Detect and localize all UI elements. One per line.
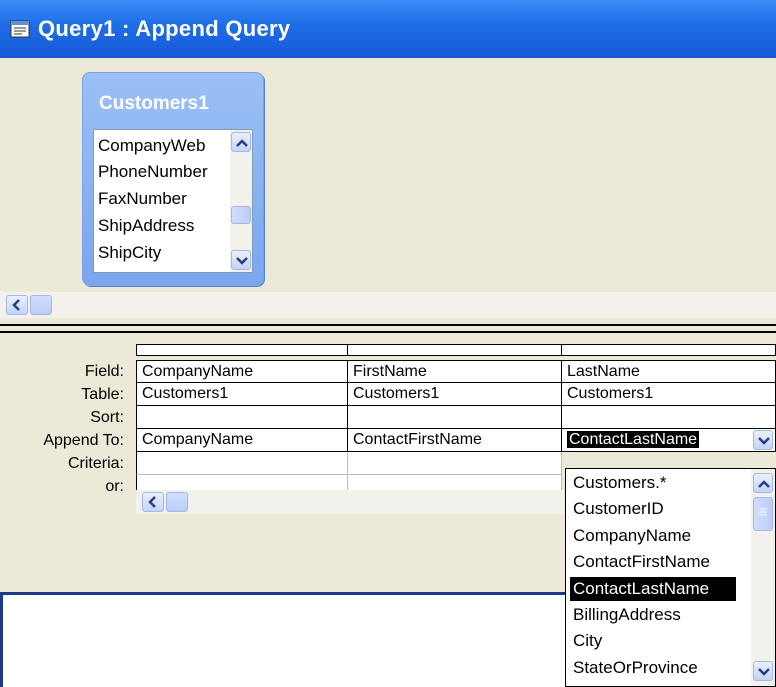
sort-cell[interactable] — [136, 406, 348, 429]
criteria-cell[interactable] — [348, 452, 562, 475]
scroll-up-button[interactable] — [231, 132, 251, 152]
dropdown-option-selected[interactable]: ContactLastName — [570, 577, 736, 601]
row-label-sort: Sort: — [90, 409, 124, 426]
dropdown-scrollbar[interactable] — [751, 469, 775, 686]
chevron-down-icon — [758, 437, 770, 445]
column-selector[interactable] — [348, 344, 562, 356]
grip-icon — [759, 508, 767, 516]
scroll-left-button[interactable] — [6, 295, 28, 315]
column-selector[interactable] — [562, 344, 776, 356]
table-cell[interactable]: Customers1 — [348, 383, 562, 406]
window-title: Query1 : Append Query — [38, 16, 291, 41]
field-list-item[interactable]: CompanyWeb — [98, 136, 222, 156]
dropdown-option[interactable]: ContactFirstName — [570, 550, 713, 574]
scroll-thumb[interactable] — [753, 497, 773, 531]
row-label-field: Field: — [84, 363, 124, 380]
field-cell[interactable]: CompanyName — [136, 360, 348, 383]
table-cell[interactable]: Customers1 — [562, 383, 776, 406]
sort-cell[interactable] — [348, 406, 562, 429]
row-label-table: Table: — [81, 386, 124, 403]
table-title: Customers1 — [99, 93, 209, 114]
chevron-down-icon — [236, 257, 248, 265]
dropdown-option[interactable]: BillingAddress — [570, 603, 684, 627]
append-to-combo[interactable]: ContactLastName — [562, 429, 776, 452]
splitter-line — [0, 331, 776, 333]
dropdown-option[interactable]: Customers.* — [570, 471, 670, 495]
field-cell[interactable]: FirstName — [348, 360, 562, 383]
divider — [0, 592, 3, 687]
table-pane-scrollbar[interactable] — [0, 292, 776, 318]
field-cell[interactable]: LastName — [562, 360, 776, 383]
append-to-cell[interactable]: ContactFirstName — [348, 429, 562, 452]
dropdown-option[interactable]: City — [570, 629, 605, 653]
title-bar[interactable]: Query1 : Append Query — [0, 0, 776, 58]
field-list[interactable]: CompanyWeb PhoneNumber FaxNumber ShipAdd… — [93, 129, 253, 273]
dropdown-option[interactable]: StateOrProvince — [570, 656, 701, 680]
criteria-cell[interactable] — [136, 452, 348, 475]
chevron-left-icon — [148, 496, 156, 508]
append-to-selected-value: ContactLastName — [567, 431, 700, 448]
chevron-down-icon — [758, 668, 770, 676]
grid-scrollbar[interactable] — [136, 490, 564, 514]
scroll-left-button[interactable] — [142, 492, 164, 512]
append-to-dropdown-list[interactable]: Customers.* CustomerID CompanyName Conta… — [565, 468, 776, 687]
scroll-thumb[interactable] — [231, 206, 251, 224]
scroll-down-button[interactable] — [231, 250, 251, 270]
query-icon — [10, 20, 30, 38]
field-list-item[interactable]: PhoneNumber — [98, 162, 222, 182]
table-field-list-window[interactable]: Customers1 CompanyWeb PhoneNumber FaxNum… — [82, 72, 264, 286]
scroll-thumb[interactable] — [30, 295, 52, 315]
splitter-line — [0, 324, 776, 326]
pane-splitter[interactable] — [0, 322, 776, 338]
dropdown-option[interactable]: CustomerID — [570, 497, 667, 521]
scroll-thumb[interactable] — [166, 492, 188, 512]
field-list-item[interactable]: FaxNumber — [98, 189, 222, 209]
field-list-item[interactable]: ShipAddress — [98, 216, 222, 236]
scroll-up-button[interactable] — [753, 473, 773, 493]
field-list-item[interactable]: ShipCity — [98, 243, 222, 263]
sort-cell[interactable] — [562, 406, 776, 429]
row-label-append-to: Append To: — [43, 432, 124, 449]
row-label-or: or: — [105, 478, 124, 495]
chevron-up-icon — [236, 139, 248, 147]
column-selector[interactable] — [136, 344, 348, 356]
scroll-down-button[interactable] — [753, 661, 773, 681]
field-list-scrollbar[interactable] — [230, 130, 252, 272]
dropdown-option[interactable]: CompanyName — [570, 524, 694, 548]
row-label-criteria: Criteria: — [67, 455, 124, 472]
table-cell[interactable]: Customers1 — [136, 383, 348, 406]
table-pane: Customers1 CompanyWeb PhoneNumber FaxNum… — [0, 58, 776, 322]
chevron-left-icon — [12, 299, 20, 311]
append-to-cell[interactable]: CompanyName — [136, 429, 348, 452]
chevron-up-icon — [758, 480, 770, 488]
dropdown-button[interactable] — [753, 430, 773, 450]
